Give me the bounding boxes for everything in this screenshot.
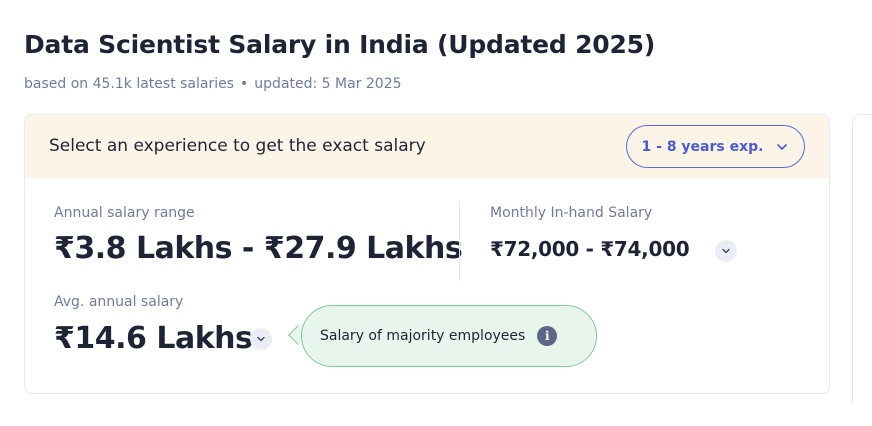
chevron-down-icon	[257, 336, 265, 342]
chevron-down-icon	[722, 248, 730, 254]
monthly-salary-range: ₹72,000 - ₹74,000	[490, 237, 690, 261]
experience-header: Select an experience to get the exact sa…	[25, 115, 829, 178]
updated-date-text: updated: 5 Mar 2025	[254, 76, 402, 92]
salary-count-text: based on 45.1k latest salaries	[24, 76, 235, 92]
majority-salary-tooltip: Salary of majority employees i	[301, 305, 597, 367]
info-icon[interactable]: i	[537, 326, 558, 346]
adjacent-card-edge	[852, 114, 872, 404]
separator-dot: •	[240, 76, 249, 92]
avg-salary-label: Avg. annual salary	[54, 294, 184, 310]
avg-salary-value: ₹14.6 Lakhs	[54, 321, 253, 356]
salary-card: Select an experience to get the exact sa…	[24, 114, 830, 394]
column-divider	[459, 201, 460, 281]
tooltip-text: Salary of majority employees	[320, 328, 526, 344]
annual-salary-range: ₹3.8 Lakhs - ₹27.9 Lakhs	[54, 231, 463, 266]
annual-salary-label: Annual salary range	[54, 205, 195, 221]
chevron-down-icon	[777, 143, 788, 150]
experience-dropdown[interactable]: 1 - 8 years exp.	[626, 125, 805, 168]
experience-selected-value: 1 - 8 years exp.	[641, 138, 764, 155]
experience-prompt: Select an experience to get the exact sa…	[49, 136, 426, 156]
page-title: Data Scientist Salary in India (Updated …	[24, 30, 656, 59]
avg-expand-button[interactable]	[250, 328, 272, 350]
page-subtitle: based on 45.1k latest salaries • updated: …	[24, 76, 402, 92]
monthly-salary-label: Monthly In-hand Salary	[490, 205, 653, 221]
monthly-expand-button[interactable]	[715, 240, 737, 262]
